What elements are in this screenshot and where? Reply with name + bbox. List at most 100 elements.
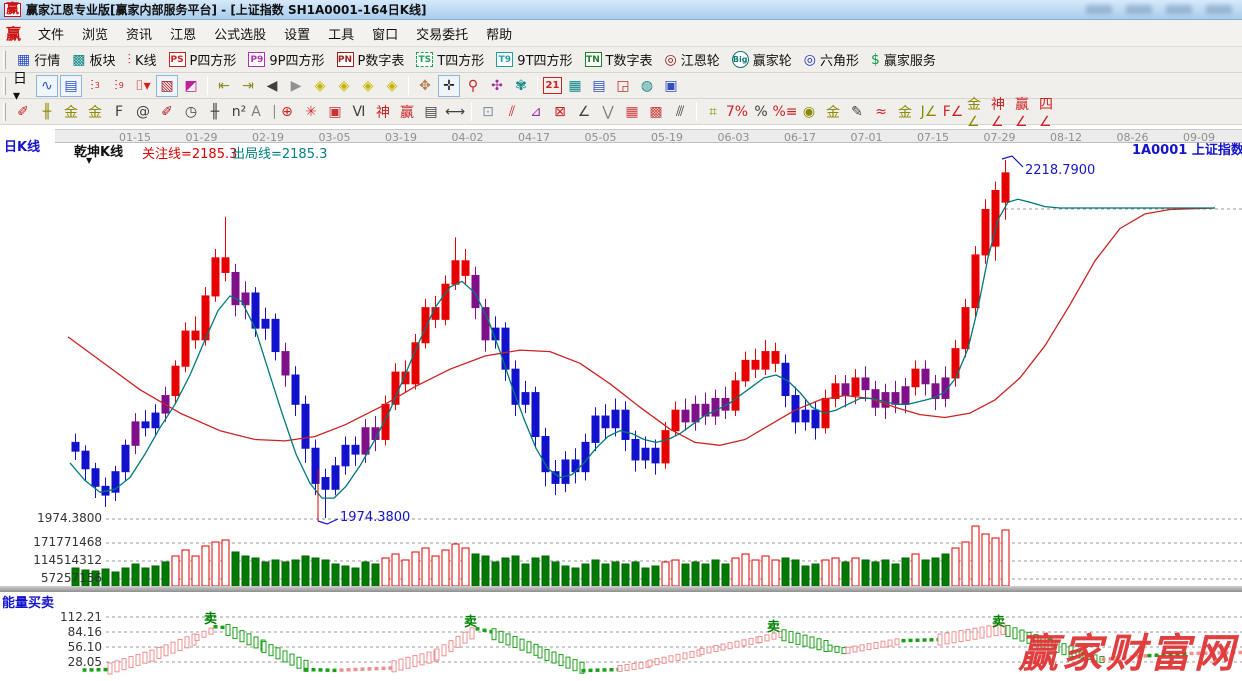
hand-tool-icon[interactable]: ✥ xyxy=(414,75,436,97)
titlebar-blur-item xyxy=(1126,5,1152,14)
k-mark-icon[interactable]: Ⅵ xyxy=(348,101,370,123)
toolbar-grip[interactable] xyxy=(3,77,6,95)
red-brush-icon[interactable]: ✐ xyxy=(12,101,34,123)
ninet-square-button[interactable]: T99T四方形 xyxy=(491,49,577,71)
kline-button[interactable]: ⫶K线 xyxy=(123,49,162,71)
j-angle-icon[interactable]: J∠ xyxy=(918,101,940,123)
zoom-in-v-icon[interactable]: ◈ xyxy=(381,75,403,97)
next-icon[interactable]: ▶ xyxy=(285,75,307,97)
kline-mode-label: 乾坤K线 xyxy=(74,141,123,160)
red-brush2-icon[interactable]: ✐ xyxy=(156,101,178,123)
pattern-box-icon[interactable]: ▧ xyxy=(156,75,178,97)
spiral-icon[interactable]: @ xyxy=(132,101,154,123)
p-square-button[interactable]: PSP四方形 xyxy=(164,49,242,71)
angle-rays-icon[interactable]: ∠ xyxy=(573,101,595,123)
gold-grid2-icon[interactable]: 金 xyxy=(84,101,106,123)
hexagon-button[interactable]: ◎六角形 xyxy=(799,49,864,71)
four-angle-icon[interactable]: 四∠ xyxy=(1038,101,1060,123)
clock-cycle-icon[interactable]: ◷ xyxy=(180,101,202,123)
gold-lines2-icon[interactable]: 金 xyxy=(894,101,916,123)
angle-measure-icon[interactable]: ⚲ xyxy=(462,75,484,97)
ruler-123-icon[interactable]: ▤ xyxy=(420,101,442,123)
seven-percent-icon[interactable]: 7% xyxy=(726,101,748,123)
zoom-out-v-icon[interactable]: ◈ xyxy=(357,75,379,97)
menu-news[interactable]: 资讯 xyxy=(117,25,161,46)
first-page-icon[interactable]: ⇤ xyxy=(213,75,235,97)
a-line-icon[interactable]: A⎹ xyxy=(252,101,274,123)
ying-angle-icon[interactable]: 赢∠ xyxy=(1014,101,1036,123)
winner-service-button[interactable]: $赢家服务 xyxy=(866,49,941,71)
blue-box-icon[interactable]: ⊡ xyxy=(477,101,499,123)
menu-file[interactable]: 文件 xyxy=(29,25,73,46)
zigzag-chart-icon[interactable]: ∿ xyxy=(36,75,58,97)
doc-list-icon[interactable]: ▤ xyxy=(60,75,82,97)
color-histogram-icon[interactable]: ◩ xyxy=(180,75,202,97)
gann-wheel-button[interactable]: ◎江恩轮 xyxy=(659,49,724,71)
red-grid2-icon[interactable]: ▩ xyxy=(645,101,667,123)
shen-grid-icon[interactable]: 神 xyxy=(372,101,394,123)
prev-icon[interactable]: ◀ xyxy=(261,75,283,97)
slant-lines-icon[interactable]: ⫻ xyxy=(669,101,691,123)
purple-fan-box-icon[interactable]: ⊿ xyxy=(525,101,547,123)
chart-canvas[interactable]: 01-1501-2902-1903-0503-1904-0204-1705-05… xyxy=(0,128,1242,681)
pen-icon[interactable]: ✎ xyxy=(846,101,868,123)
square-grid-icon[interactable]: ▣ xyxy=(324,101,346,123)
menu-trade[interactable]: 交易委托 xyxy=(407,25,477,46)
mini-bars-3-icon[interactable]: ⫶3 xyxy=(84,75,106,97)
red-wave-icon[interactable]: ≈ xyxy=(870,101,892,123)
gold-grid-icon[interactable]: 金 xyxy=(60,101,82,123)
mini-bars-9-icon[interactable]: ⫶9 xyxy=(108,75,130,97)
width-arrow-icon[interactable]: ⟷ xyxy=(444,101,466,123)
toolbar-grip[interactable] xyxy=(3,51,6,69)
gold-lines-icon[interactable]: 金 xyxy=(822,101,844,123)
p-number-button[interactable]: PNP数字表 xyxy=(332,49,410,71)
shen-angle-icon[interactable]: 神∠ xyxy=(990,101,1012,123)
sectors-button[interactable]: ▩板块 xyxy=(67,49,120,71)
pane-splitter[interactable] xyxy=(0,586,1242,592)
percent-ruler-icon[interactable]: ⌗ xyxy=(702,101,724,123)
zoom-in-h-icon[interactable]: ◈ xyxy=(333,75,355,97)
menu-gann[interactable]: 江恩 xyxy=(161,25,205,46)
t-square-button[interactable]: TST四方形 xyxy=(411,49,489,71)
percent-lines-icon[interactable]: %≡ xyxy=(774,101,796,123)
star-grid-icon[interactable]: ✳ xyxy=(300,101,322,123)
winner-wheel-button[interactable]: Big赢家轮 xyxy=(727,49,797,71)
ying-grid-icon[interactable]: 赢 xyxy=(396,101,418,123)
computer-icon[interactable]: ▣ xyxy=(660,75,682,97)
period-day-dropdown-icon[interactable]: 日▾ xyxy=(12,75,34,97)
save-icon[interactable]: ◲ xyxy=(612,75,634,97)
gann-tool-icon[interactable]: ✣ xyxy=(486,75,508,97)
calendar-21-icon[interactable]: 21 xyxy=(543,77,562,94)
web-icon[interactable]: ◍ xyxy=(636,75,658,97)
t-number-button[interactable]: TNT数字表 xyxy=(580,49,658,71)
title-bar[interactable]: 赢 赢家江恩专业版[赢家内部服务平台] - [上证指数 SH1A0001-164… xyxy=(0,0,1242,20)
f-angle-icon[interactable]: F∠ xyxy=(942,101,964,123)
ninep-square-button[interactable]: P99P四方形 xyxy=(243,49,329,71)
circle-cross-icon[interactable]: ⊕ xyxy=(276,101,298,123)
zoom-out-h-icon[interactable]: ◈ xyxy=(309,75,331,97)
last-page-icon[interactable]: ⇥ xyxy=(237,75,259,97)
calculator-icon[interactable]: ▦ xyxy=(564,75,586,97)
toolbar-grip[interactable] xyxy=(3,103,6,121)
f-grid-icon[interactable]: F xyxy=(108,101,130,123)
candle-dropdown-icon[interactable]: ⌷▾ xyxy=(132,75,154,97)
red-fan-icon[interactable]: ⫽ xyxy=(501,101,523,123)
vee-lines-icon[interactable]: ⋁ xyxy=(597,101,619,123)
wave-tool-icon[interactable]: ✾ xyxy=(510,75,532,97)
gold-circle-icon[interactable]: ◉ xyxy=(798,101,820,123)
red-grid-icon[interactable]: ▦ xyxy=(621,101,643,123)
grid-ruler-icon[interactable]: ╫ xyxy=(36,101,58,123)
menu-formula-stock-pick[interactable]: 公式选股 xyxy=(205,25,275,46)
menu-tools[interactable]: 工具 xyxy=(319,25,363,46)
crosshair-tool-icon[interactable]: ✛ xyxy=(438,75,460,97)
gold-angle-icon[interactable]: 金∠ xyxy=(966,101,988,123)
percent-icon[interactable]: % xyxy=(750,101,772,123)
notepad-icon[interactable]: ▤ xyxy=(588,75,610,97)
tick-ruler-icon[interactable]: ╫ xyxy=(204,101,226,123)
menu-window[interactable]: 窗口 xyxy=(363,25,407,46)
menu-help[interactable]: 帮助 xyxy=(477,25,521,46)
menu-browse[interactable]: 浏览 xyxy=(73,25,117,46)
n-squared-icon[interactable]: n² xyxy=(228,101,250,123)
red-fan-box-icon[interactable]: ⊠ xyxy=(549,101,571,123)
menu-settings[interactable]: 设置 xyxy=(275,25,319,46)
